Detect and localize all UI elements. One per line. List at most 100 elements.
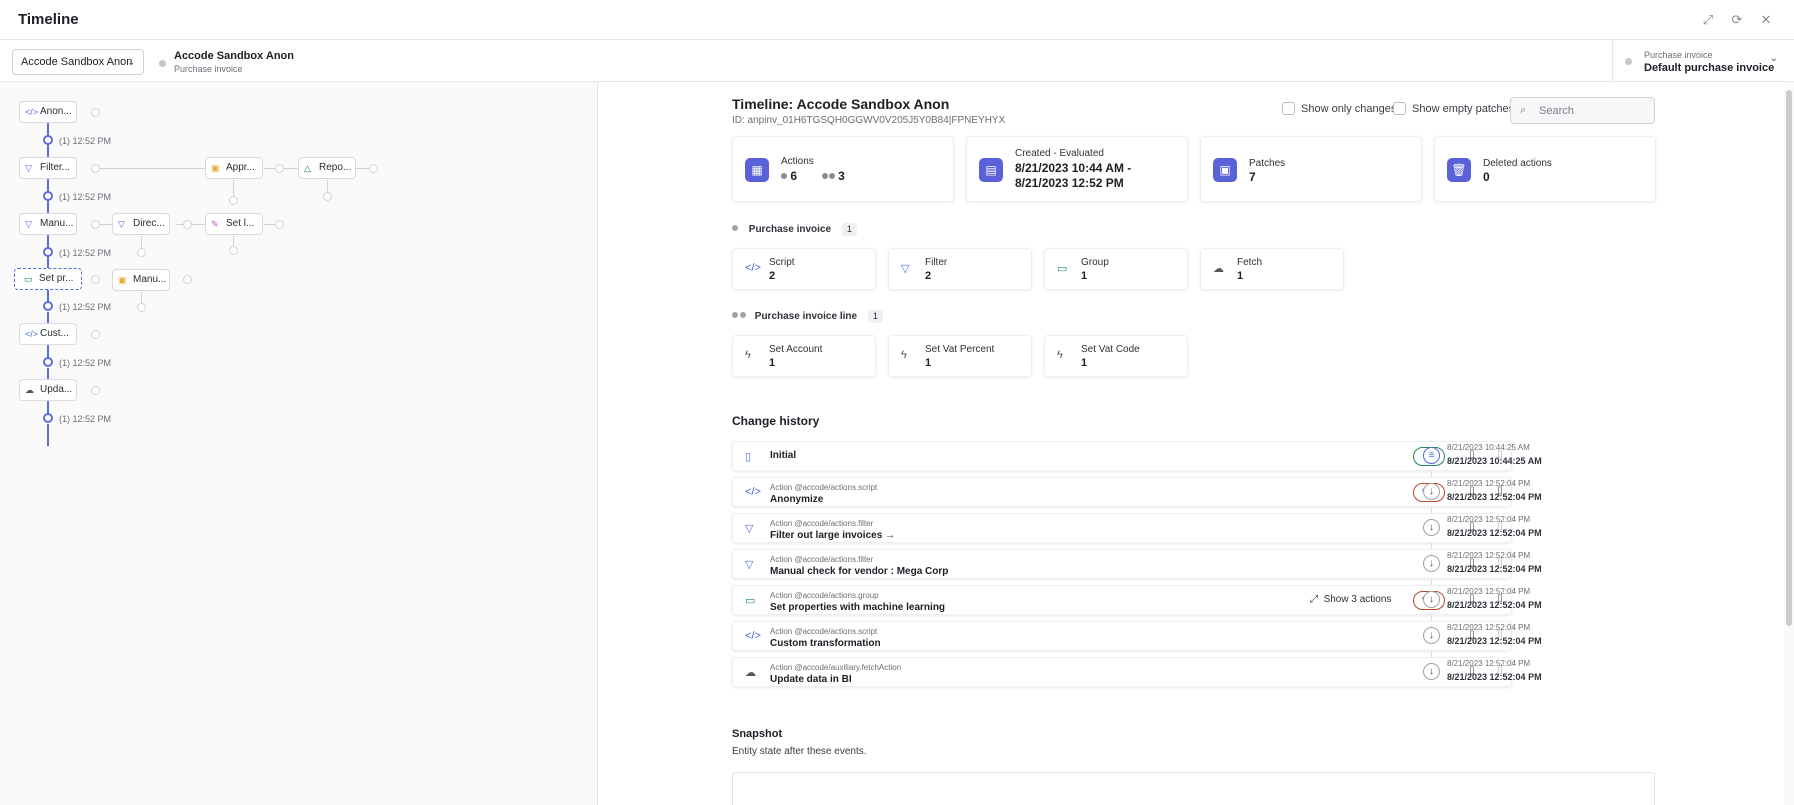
- graph-node[interactable]: ▽ Filter...: [19, 157, 77, 179]
- graph-node[interactable]: ☁ Upda...: [19, 379, 77, 401]
- checkbox-label: Show only changes: [1301, 103, 1397, 115]
- purchase-type-label: Purchase invoice: [1644, 50, 1713, 60]
- history-timestamp-after: 8/21/2023 12:52:04 PM: [1447, 492, 1542, 502]
- history-timestamp-before: 8/21/2023 12:52:04 PM: [1447, 479, 1531, 488]
- graph-port: [183, 275, 192, 284]
- summary-card-filter[interactable]: ▽ Filter 2: [888, 248, 1032, 290]
- graph-time-marker[interactable]: [43, 247, 53, 257]
- document-icon: ▯: [745, 451, 752, 463]
- arrow-down-icon[interactable]: ↓: [1423, 483, 1440, 500]
- section-title: Purchase invoice line: [754, 311, 858, 322]
- database-icon[interactable]: ≡: [1423, 447, 1440, 464]
- summary-card-fetch[interactable]: ☁ Fetch 1: [1200, 248, 1344, 290]
- change-history-title: Change history: [732, 414, 820, 428]
- checkbox-box[interactable]: [1282, 102, 1295, 115]
- search-input[interactable]: [1539, 103, 1649, 119]
- graph-node-label: Repo...: [319, 162, 352, 173]
- graph-node[interactable]: ▽ Direc...: [112, 213, 170, 235]
- show-empty-patches-checkbox[interactable]: Show empty patches: [1393, 102, 1514, 115]
- graph-node[interactable]: </> Anon...: [19, 101, 77, 123]
- calendar-icon: ▤: [979, 158, 1003, 182]
- purchase-type-selector[interactable]: Purchase invoice Default purchase invoic…: [1612, 40, 1794, 82]
- snapshot-subtitle: Entity state after these events.: [732, 746, 867, 757]
- show-actions-button[interactable]: ⤢ Show 3 actions: [1310, 594, 1391, 605]
- card-value: 1: [769, 357, 776, 369]
- card-label: Set Vat Code: [1081, 344, 1140, 355]
- graph-node[interactable]: ▽ Manu...: [19, 213, 77, 235]
- page-title: Timeline: Accode Sandbox Anon: [732, 96, 950, 112]
- graph-node[interactable]: ✎ Set l...: [205, 213, 263, 235]
- grid-icon: ▦: [745, 158, 769, 182]
- history-row-name: Manual check for vendor : Mega Corp: [770, 566, 949, 577]
- filter-icon: ▽: [25, 219, 32, 229]
- graph-time-marker[interactable]: [43, 191, 53, 201]
- history-row-name: Custom transformation: [770, 638, 881, 649]
- checkbox-box[interactable]: [1393, 102, 1406, 115]
- arrow-down-icon[interactable]: ↓: [1423, 663, 1440, 680]
- history-row[interactable]: ▯ Initial + 3 ▯ ▯: [732, 441, 1512, 471]
- graph-time-marker[interactable]: [43, 301, 53, 311]
- close-icon[interactable]: ✕: [1758, 12, 1774, 28]
- graph-node[interactable]: △ Repo...: [298, 157, 356, 179]
- entity-type: Purchase invoice: [174, 64, 243, 74]
- summary-card-group[interactable]: ▭ Group 1: [1044, 248, 1188, 290]
- history-row-action: Action @accode/actions.script: [770, 627, 878, 636]
- summary-card-set-vat-percent[interactable]: ϟ Set Vat Percent 1: [888, 335, 1032, 377]
- graph-port: [229, 246, 238, 255]
- arrow-down-icon[interactable]: ↓: [1423, 555, 1440, 572]
- graph-node-label: Manu...: [133, 274, 167, 285]
- graph-time-marker[interactable]: [43, 135, 53, 145]
- arrow-down-icon[interactable]: ↓: [1423, 591, 1440, 608]
- arrow-down-icon[interactable]: ↓: [1423, 519, 1440, 536]
- summary-card-set-vat-code[interactable]: ϟ Set Vat Code 1: [1044, 335, 1188, 377]
- history-row[interactable]: </> Action @accode/actions.script Custom…: [732, 621, 1512, 651]
- section-purchase-invoice-line: Purchase invoice line 1: [732, 310, 883, 323]
- refresh-icon[interactable]: ⟳: [1729, 12, 1745, 28]
- history-row-action: Action @accode/auxiliary.fetchAction: [770, 663, 902, 672]
- cloud-icon: ☁: [1213, 263, 1224, 275]
- history-row[interactable]: ▭ Action @accode/actions.group Set prope…: [732, 585, 1512, 615]
- filter-icon: ▽: [901, 263, 910, 275]
- entity-select[interactable]: Accode Sandbox Anon ⌄: [12, 49, 144, 75]
- history-row-name: Set properties with machine learning: [770, 602, 946, 613]
- graph-port: [229, 196, 238, 205]
- entity-name: Accode Sandbox Anon: [174, 50, 294, 62]
- graph-node[interactable]: ▣ Appr...: [205, 157, 263, 179]
- history-timestamp-before: 8/21/2023 12:52:04 PM: [1447, 587, 1531, 596]
- history-row-action: Action @accode/actions.group: [770, 591, 879, 600]
- graph-port: [369, 164, 378, 173]
- graph-time-marker[interactable]: [43, 357, 53, 367]
- scrollbar-thumb[interactable]: [1786, 90, 1792, 626]
- graph-node[interactable]: </> Cust...: [19, 323, 77, 345]
- stat-value: 7: [1249, 170, 1256, 184]
- history-row[interactable]: ▽ Action @accode/actions.filter Filter o…: [732, 513, 1512, 543]
- history-row[interactable]: </> Action @accode/actions.script Anonym…: [732, 477, 1512, 507]
- graph-time-marker[interactable]: [43, 413, 53, 423]
- actions-stat-card: ▦ Actions 6 3: [732, 136, 954, 202]
- bolt-icon: ϟ: [1057, 349, 1063, 361]
- double-dot-icon: [821, 173, 828, 179]
- history-row[interactable]: ▽ Action @accode/actions.filter Manual c…: [732, 549, 1512, 579]
- folder-icon: ▭: [1057, 263, 1068, 275]
- code-icon: </>: [745, 262, 761, 274]
- show-actions-label: Show 3 actions: [1323, 594, 1392, 605]
- expand-icon[interactable]: ⤢: [1700, 12, 1716, 28]
- clipboard-icon: ▣: [1213, 158, 1237, 182]
- snapshot-panel: [732, 772, 1655, 805]
- double-dot-icon: [828, 173, 835, 179]
- search-box[interactable]: ⌕: [1510, 97, 1655, 124]
- history-row[interactable]: ☁ Action @accode/auxiliary.fetchAction U…: [732, 657, 1512, 687]
- graph-node-selected[interactable]: ▭ Set pr...: [14, 268, 82, 290]
- show-only-changes-checkbox[interactable]: Show only changes: [1282, 102, 1396, 115]
- graph-port: [275, 220, 284, 229]
- edit-icon: ✎: [211, 219, 219, 229]
- bolt-icon: ϟ: [745, 349, 751, 361]
- summary-card-script[interactable]: </> Script 2: [732, 248, 876, 290]
- history-timestamp-before: 8/21/2023 12:52:04 PM: [1447, 623, 1531, 632]
- section-title: Purchase invoice: [748, 224, 832, 235]
- summary-card-set-account[interactable]: ϟ Set Account 1: [732, 335, 876, 377]
- history-row-name: Initial: [770, 450, 797, 461]
- graph-node[interactable]: ▣ Manu...: [112, 269, 170, 291]
- patches-stat-card: ▣ Patches 7: [1200, 136, 1422, 202]
- arrow-down-icon[interactable]: ↓: [1423, 627, 1440, 644]
